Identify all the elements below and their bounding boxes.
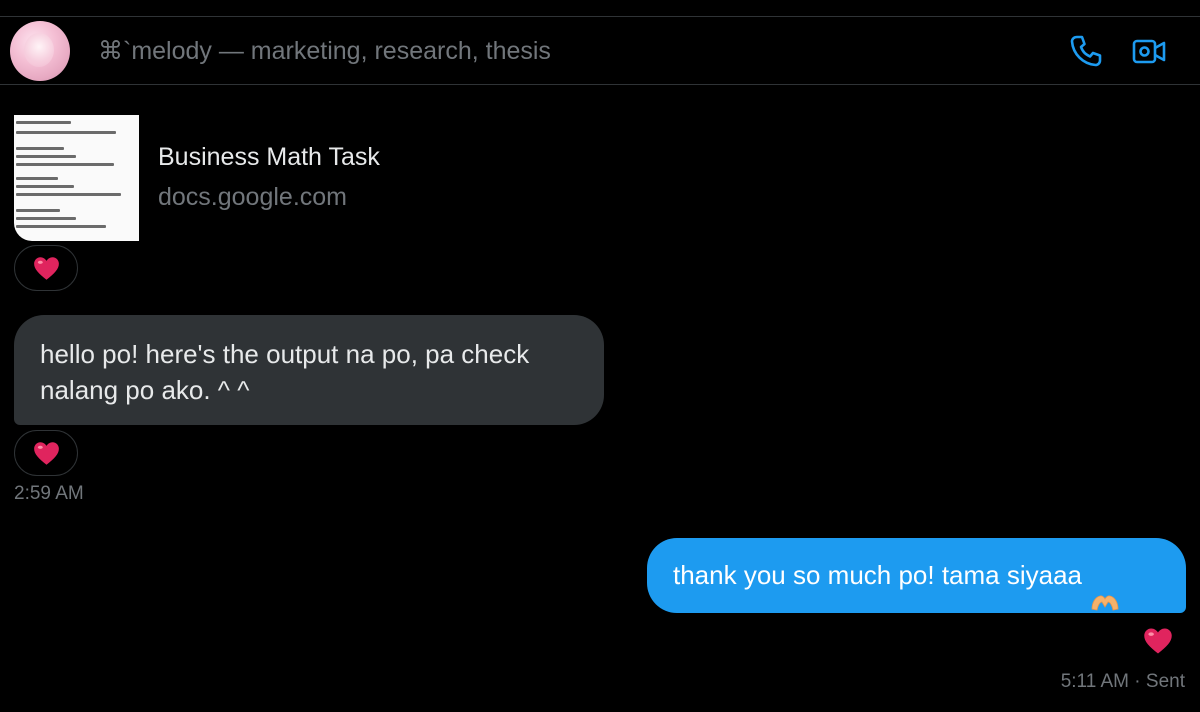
- avatar[interactable]: [10, 21, 70, 81]
- link-domain: docs.google.com: [158, 183, 348, 211]
- heart-icon: [33, 256, 59, 280]
- heart-reaction[interactable]: [14, 245, 78, 291]
- sent-status: Sent: [1145, 671, 1185, 692]
- heart-icon: [33, 441, 59, 465]
- heart-icon: [1144, 628, 1172, 654]
- document-thumbnail: [14, 115, 139, 241]
- heart-reaction[interactable]: [1143, 627, 1173, 655]
- link-preview-card[interactable]: Business Math Task docs.google.com: [14, 115, 474, 243]
- heart-reaction[interactable]: [14, 430, 78, 476]
- message-status: 5:11 AM · Sent: [1061, 671, 1185, 693]
- outgoing-message-bubble[interactable]: thank you so much po! tama siyaaa: [647, 538, 1186, 613]
- incoming-message-bubble[interactable]: hello po! here's the output na po, pa ch…: [14, 315, 604, 425]
- heart-hands-icon: [1090, 567, 1120, 611]
- phone-icon[interactable]: [1068, 33, 1104, 69]
- message-timestamp: 5:11 AM: [1060, 671, 1130, 692]
- video-call-icon[interactable]: [1131, 33, 1167, 69]
- outgoing-message-text: thank you so much po! tama siyaaa: [673, 560, 1083, 590]
- message-timestamp: 2:59 AM: [14, 483, 84, 504]
- conversation-header: ⌘`melody — marketing, research, thesis: [0, 17, 1200, 85]
- conversation-title[interactable]: ⌘`melody — marketing, research, thesis: [98, 36, 551, 66]
- meta-separator: ·: [1134, 671, 1141, 692]
- link-title[interactable]: Business Math Task: [158, 143, 380, 172]
